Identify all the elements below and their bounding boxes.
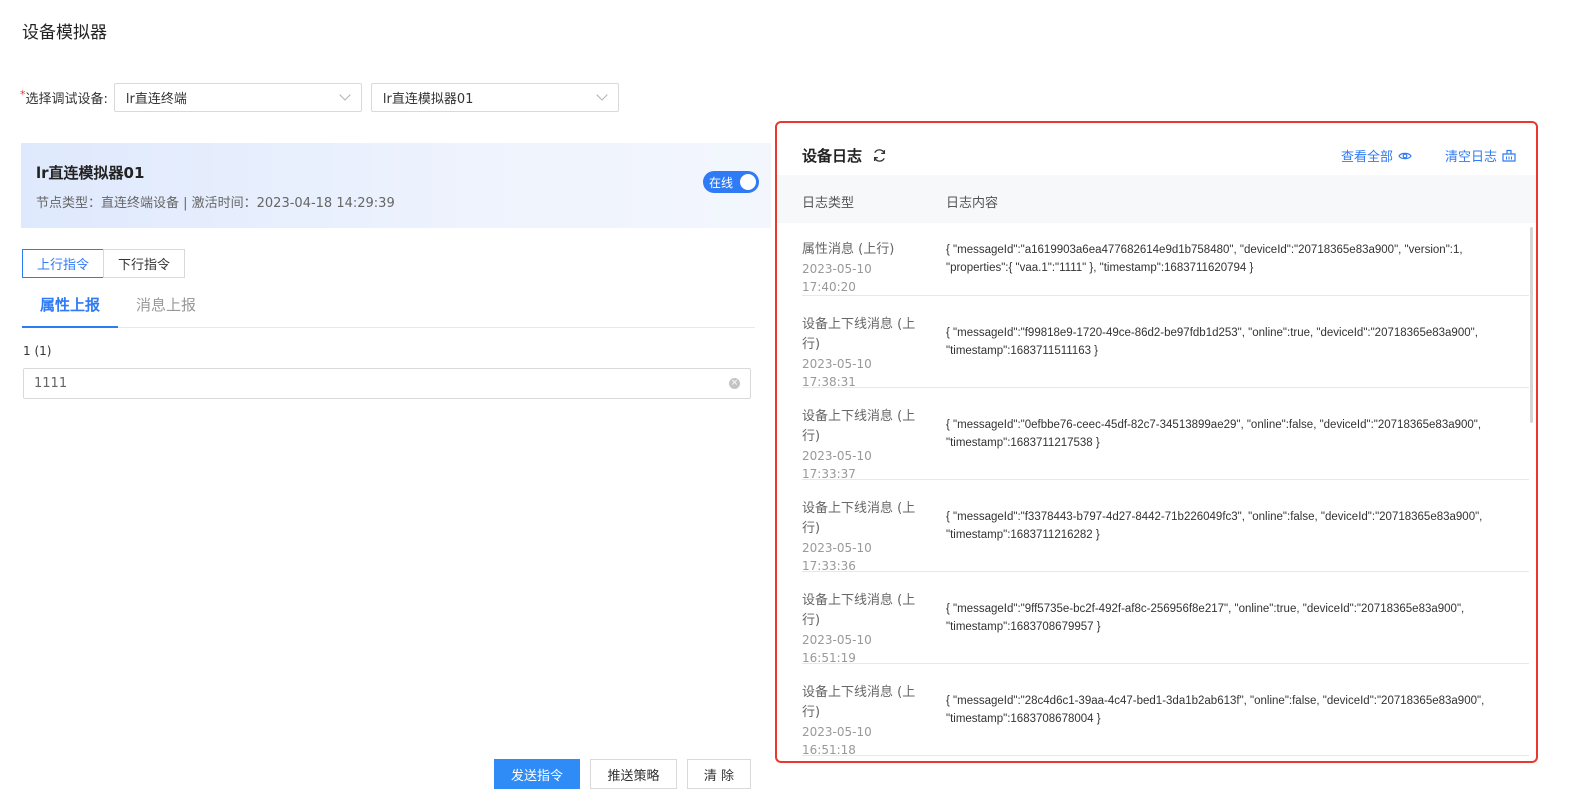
report-tabs: 属性上报 消息上报 — [22, 289, 755, 328]
clear-button[interactable]: 清 除 — [687, 759, 751, 789]
property-field-label: 1 (1) — [23, 344, 52, 358]
log-type-cell: 设备上下线消息 (上行) 2023-05-10 17:33:37 — [802, 407, 926, 483]
log-type-cell: 设备上下线消息 (上行) 2023-05-10 17:33:36 — [802, 499, 926, 575]
log-type-cell: 属性消息 (上行) 2023-05-10 17:40:20 — [802, 240, 926, 296]
log-type-text: 设备上下线消息 (上行) — [802, 593, 916, 628]
toggle-knob — [740, 174, 756, 190]
log-type-cell: 设备上下线消息 (上行) 2023-05-10 17:38:31 — [802, 315, 926, 391]
log-row: 设备上下线消息 (上行) 2023-05-10 17:33:37 { "mess… — [802, 388, 1529, 483]
clear-log-text: 清空日志 — [1445, 150, 1498, 165]
device-select[interactable]: lr直连模拟器01 — [370, 83, 619, 112]
log-time: 2023-05-10 16:51:19 — [802, 633, 872, 665]
clear-log-link[interactable]: 清空日志 — [1445, 146, 1516, 165]
log-header: 设备日志 查看全部 清空日志 — [777, 123, 1536, 175]
device-info-card: lr直连模拟器01 节点类型：直连终端设备 | 激活时间：2023-04-18 … — [21, 143, 771, 228]
log-type-cell: 设备上下线消息 (上行) 2023-05-10 16:51:18 — [802, 683, 926, 759]
view-all-text: 查看全部 — [1341, 150, 1394, 165]
log-table-header: 日志类型 日志内容 — [777, 175, 1536, 223]
device-select-value: lr直连模拟器01 — [382, 92, 474, 107]
log-type-cell: 设备上下线消息 (上行) 2023-05-10 16:51:19 — [802, 591, 926, 667]
log-rows: 属性消息 (上行) 2023-05-10 17:40:20 { "message… — [777, 223, 1534, 759]
refresh-icon[interactable] — [872, 148, 887, 163]
device-select-row: *选择调试设备: lr直连终端 lr直连模拟器01 — [20, 83, 628, 112]
command-tabs: 上行指令 下行指令 — [22, 249, 186, 278]
log-content: { "messageId":"0efbbe76-ceec-45df-82c7-3… — [946, 419, 1482, 449]
log-type-text: 设备上下线消息 (上行) — [802, 409, 916, 444]
push-strategy-button[interactable]: 推送策略 — [590, 759, 677, 789]
chevron-down-icon — [596, 89, 608, 101]
log-scrollbar[interactable] — [1530, 227, 1533, 423]
log-time: 2023-05-10 17:38:31 — [802, 357, 872, 389]
device-select-label-text: 选择调试设备: — [25, 92, 108, 107]
log-row: 设备上下线消息 (上行) 2023-05-10 16:51:18 { "mess… — [802, 664, 1529, 759]
log-content: { "messageId":"28c4d6c1-39aa-4c47-bed1-3… — [946, 695, 1485, 725]
tab-message-report[interactable]: 消息上报 — [118, 289, 214, 327]
product-select[interactable]: lr直连终端 — [113, 83, 362, 112]
log-time: 2023-05-10 16:51:18 — [802, 725, 872, 757]
log-type-text: 设备上下线消息 (上行) — [802, 317, 916, 352]
device-select-label: *选择调试设备: — [20, 88, 108, 107]
log-time: 2023-05-10 17:33:36 — [802, 541, 872, 573]
log-time: 2023-05-10 17:33:37 — [802, 449, 872, 481]
device-name: lr直连模拟器01 — [36, 164, 145, 182]
device-log-panel: 设备日志 查看全部 清空日志 日志类型 日志内容 属性消息 (上行) 2023-… — [775, 121, 1538, 763]
online-status-label: 在线 — [709, 175, 734, 190]
view-all-link[interactable]: 查看全部 — [1341, 146, 1412, 165]
log-type-text: 设备上下线消息 (上行) — [802, 501, 916, 536]
column-log-content: 日志内容 — [946, 196, 999, 211]
log-row: 设备上下线消息 (上行) 2023-05-10 17:33:36 { "mess… — [802, 480, 1529, 575]
clear-input-icon[interactable]: × — [729, 378, 740, 389]
column-log-type: 日志类型 — [802, 196, 855, 211]
log-content: { "messageId":"9ff5735e-bc2f-492f-af8c-2… — [946, 603, 1465, 633]
log-type-text: 设备上下线消息 (上行) — [802, 685, 916, 720]
tab-downlink-command[interactable]: 下行指令 — [103, 249, 186, 278]
log-row: 设备上下线消息 (上行) 2023-05-10 17:38:31 { "mess… — [802, 296, 1529, 391]
property-value-text: 1111 — [34, 376, 68, 391]
eye-icon — [1398, 152, 1412, 159]
log-content: { "messageId":"a1619903a6ea477682614e9d1… — [946, 244, 1463, 274]
product-select-value: lr直连终端 — [125, 92, 187, 107]
log-content: { "messageId":"f99818e9-1720-49ce-86d2-b… — [946, 327, 1478, 357]
log-title-text: 设备日志 — [802, 147, 863, 165]
property-value-input[interactable]: 1111 × — [23, 368, 751, 399]
tab-property-report[interactable]: 属性上报 — [22, 289, 118, 328]
log-title: 设备日志 — [802, 145, 887, 166]
log-row: 属性消息 (上行) 2023-05-10 17:40:20 { "message… — [802, 223, 1529, 296]
action-bar: 发送指令 推送策略 清 除 — [494, 759, 761, 789]
log-type-text: 属性消息 (上行) — [802, 242, 895, 257]
log-row: 设备上下线消息 (上行) 2023-05-10 16:51:19 { "mess… — [802, 572, 1529, 667]
basket-clear-icon — [1502, 149, 1516, 162]
log-content: { "messageId":"f3378443-b797-4d27-8442-7… — [946, 511, 1483, 541]
send-command-button[interactable]: 发送指令 — [494, 759, 580, 789]
device-meta: 节点类型：直连终端设备 | 激活时间：2023-04-18 14:29:39 — [36, 196, 395, 211]
page-title: 设备模拟器 — [22, 23, 107, 43]
online-status-toggle[interactable]: 在线 — [703, 171, 759, 193]
chevron-down-icon — [339, 89, 351, 101]
log-time: 2023-05-10 17:40:20 — [802, 262, 872, 294]
tab-uplink-command[interactable]: 上行指令 — [22, 249, 105, 278]
